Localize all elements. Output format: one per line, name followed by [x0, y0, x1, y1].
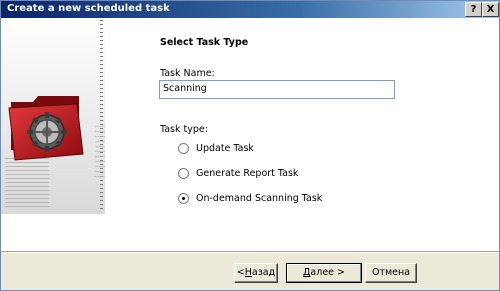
radio-generate-report-task[interactable]: Generate Report Task — [178, 166, 298, 180]
task-name-value: Scanning — [163, 83, 207, 94]
radio-update-task[interactable]: Update Task — [178, 141, 254, 155]
close-icon: X — [486, 4, 495, 15]
back-button[interactable]: <Назад — [234, 263, 278, 283]
window-title: Create a new scheduled task — [7, 3, 170, 14]
radio-label: On-demand Scanning Task — [196, 192, 323, 204]
radio-button[interactable] — [178, 167, 189, 179]
footer-separator — [1, 251, 499, 253]
title-bar[interactable]: Create a new scheduled task ? X — [1, 1, 499, 18]
radio-button-selected[interactable] — [178, 192, 189, 204]
cancel-label: Отмена — [371, 267, 411, 278]
radio-button[interactable] — [178, 142, 189, 154]
help-icon: ? — [470, 4, 477, 15]
red-folder-gear-icon — [8, 96, 84, 161]
back-arrow: < — [236, 267, 245, 278]
radio-label: Generate Report Task — [196, 167, 299, 179]
back-mnemonic: Н — [244, 267, 252, 278]
help-button[interactable]: ? — [465, 2, 482, 17]
section-title: Select Task Type — [160, 37, 249, 48]
next-label: алее > — [310, 267, 345, 278]
wizard-sidebar — [1, 18, 105, 214]
radio-label: Update Task — [196, 142, 254, 154]
next-button[interactable]: Далее > — [286, 263, 362, 283]
back-label: азад — [251, 267, 276, 278]
sidebar-decoration-right — [95, 126, 105, 181]
radio-on-demand-scanning-task[interactable]: On-demand Scanning Task — [178, 191, 322, 205]
wizard-dialog: Create a new scheduled task ? X Select T… — [0, 0, 500, 291]
task-name-input[interactable]: Scanning — [159, 80, 395, 99]
sidebar-dotted-line — [100, 20, 103, 210]
cancel-button[interactable]: Отмена — [365, 263, 417, 283]
wizard-content: Select Task Type Task Name: Scanning Tas… — [1, 18, 499, 251]
close-button[interactable]: X — [482, 2, 499, 17]
task-type-label: Task type: — [160, 124, 208, 135]
sidebar-decoration — [5, 158, 49, 208]
task-name-label: Task Name: — [160, 68, 215, 79]
